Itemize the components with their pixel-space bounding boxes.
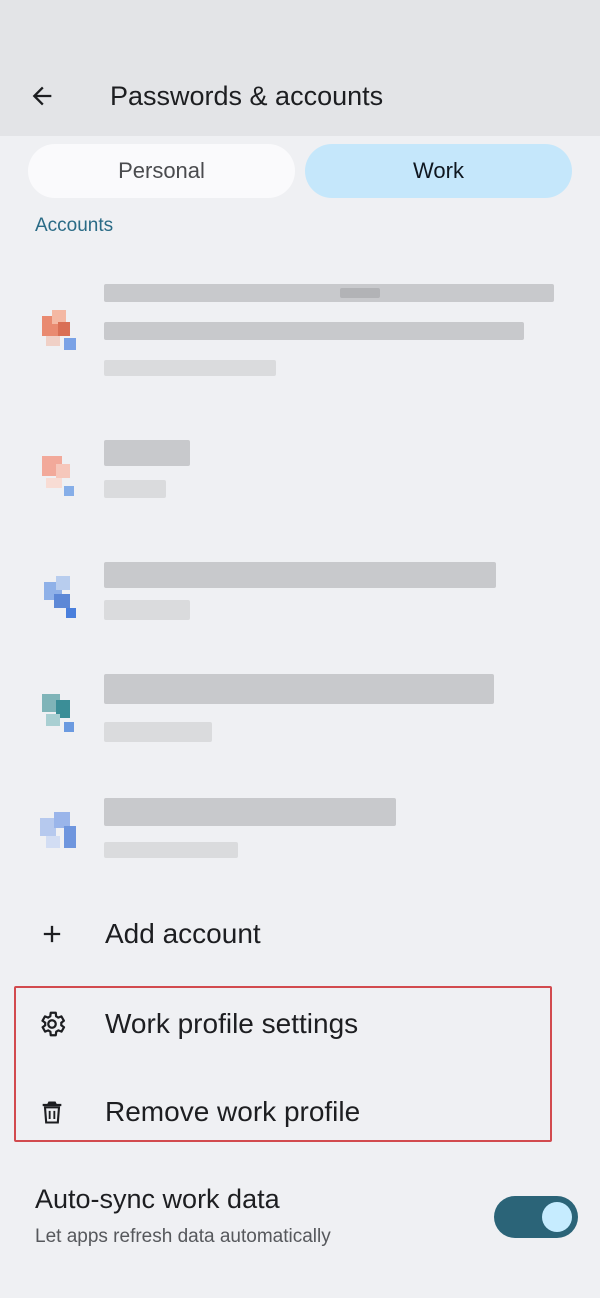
work-profile-settings-label: Work profile settings: [105, 1008, 359, 1039]
plus-icon: [34, 916, 70, 952]
account-app-icon: [38, 306, 80, 354]
redacted-account-name: [104, 562, 496, 588]
trash-icon: [34, 1094, 70, 1130]
account-item[interactable]: [0, 556, 600, 626]
add-account-row[interactable]: Add account: [0, 898, 600, 970]
account-item[interactable]: [0, 276, 600, 386]
toggle-knob: [542, 1202, 572, 1232]
accounts-section-label: Accounts: [35, 215, 114, 236]
account-app-icon: [38, 806, 80, 854]
remove-work-profile-label: Remove work profile: [105, 1096, 361, 1127]
redacted-account-type: [104, 600, 190, 620]
auto-sync-toggle[interactable]: [494, 1196, 578, 1238]
arrow-back-icon: [32, 86, 52, 106]
redacted-account-name: [104, 798, 396, 826]
profile-tabs: Personal Work: [28, 144, 572, 198]
tab-personal[interactable]: Personal: [28, 144, 295, 198]
add-account-label: Add account: [105, 918, 261, 949]
redacted-account-type: [104, 842, 238, 858]
redacted-account-name: [104, 440, 190, 466]
remove-work-profile-row[interactable]: Remove work profile: [0, 1076, 600, 1148]
account-item[interactable]: [0, 436, 600, 506]
top-app-bar: Passwords & accounts: [0, 0, 600, 136]
auto-sync-title: Auto-sync work data: [35, 1184, 280, 1214]
account-item[interactable]: [0, 668, 600, 748]
page-title: Passwords & accounts: [110, 81, 384, 111]
account-app-icon: [38, 574, 80, 622]
redacted-account-name: [104, 284, 554, 302]
account-item[interactable]: [0, 790, 600, 860]
back-button[interactable]: [22, 76, 62, 116]
account-app-icon: [38, 450, 80, 498]
tab-work[interactable]: Work: [305, 144, 572, 198]
redacted-account-email: [104, 322, 524, 340]
work-profile-settings-row[interactable]: Work profile settings: [0, 988, 600, 1060]
redacted-account-type: [104, 722, 212, 742]
auto-sync-subtitle: Let apps refresh data automatically: [35, 1226, 331, 1247]
redacted-account-type: [104, 360, 276, 376]
redacted-account-name: [104, 674, 494, 704]
account-app-icon: [38, 688, 80, 736]
gear-icon: [34, 1006, 70, 1042]
redacted-account-type: [104, 480, 166, 498]
